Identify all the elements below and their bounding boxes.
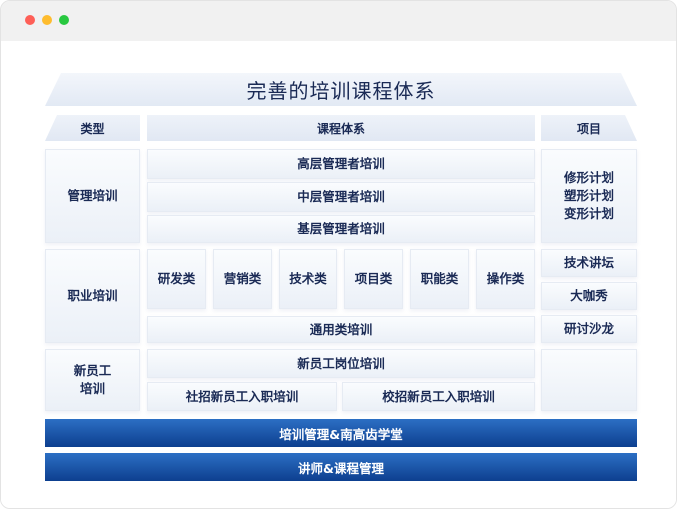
bar-lecturer-course-management: 讲师&课程管理 — [45, 453, 637, 481]
course-marketing: 营销类 — [213, 249, 272, 309]
minimize-window-button[interactable] — [42, 15, 52, 25]
course-operation: 操作类 — [476, 249, 535, 309]
newcomer-projects-empty — [541, 349, 637, 411]
project-item: 变形计划 — [563, 206, 614, 221]
type-professional: 职业培训 — [45, 249, 140, 343]
course-basic-management: 基层管理者培训 — [147, 215, 535, 243]
diagram-title: 完善的培训课程体系 — [246, 79, 436, 103]
bar-training-management: 培训管理&南高齿学堂 — [45, 419, 637, 447]
course-newcomer-position: 新员工岗位培训 — [147, 349, 535, 378]
project-tech-forum: 技术讲坛 — [541, 249, 637, 277]
title-bar — [1, 1, 676, 41]
project-item: 修形计划 — [563, 170, 614, 185]
course-rd: 研发类 — [147, 249, 206, 309]
course-technical: 技术类 — [279, 249, 337, 309]
close-window-button[interactable] — [25, 15, 35, 25]
course-project: 项目类 — [344, 249, 403, 309]
header-type: 类型 — [45, 115, 140, 141]
diagram-title-banner: 完善的培训课程体系 — [45, 73, 637, 106]
type-newcomer-line2: 培训 — [79, 381, 105, 396]
maximize-window-button[interactable] — [59, 15, 69, 25]
type-management: 管理培训 — [45, 149, 140, 243]
project-seminar-salon: 研讨沙龙 — [541, 315, 637, 343]
course-general: 通用类培训 — [147, 316, 535, 343]
app-window: 完善的培训课程体系 类型 课程体系 项目 管理培训 高层管理者培训 中层管理者培… — [0, 0, 677, 509]
course-functional: 职能类 — [410, 249, 469, 309]
course-middle-management: 中层管理者培训 — [147, 182, 535, 212]
header-course-system: 课程体系 — [147, 115, 535, 141]
course-senior-management: 高层管理者培训 — [147, 149, 535, 179]
course-campus-recruit: 校招新员工入职培训 — [342, 382, 535, 411]
type-newcomer: 新员工 培训 — [45, 349, 140, 411]
diagram-area: 完善的培训课程体系 类型 课程体系 项目 管理培训 高层管理者培训 中层管理者培… — [1, 41, 676, 508]
header-project: 项目 — [541, 115, 637, 141]
management-projects: 修形计划 塑形计划 变形计划 — [541, 149, 637, 243]
type-newcomer-line1: 新员工 — [73, 363, 112, 378]
project-item: 塑形计划 — [563, 188, 614, 203]
project-expert-show: 大咖秀 — [541, 282, 637, 310]
course-social-recruit: 社招新员工入职培训 — [147, 382, 337, 411]
